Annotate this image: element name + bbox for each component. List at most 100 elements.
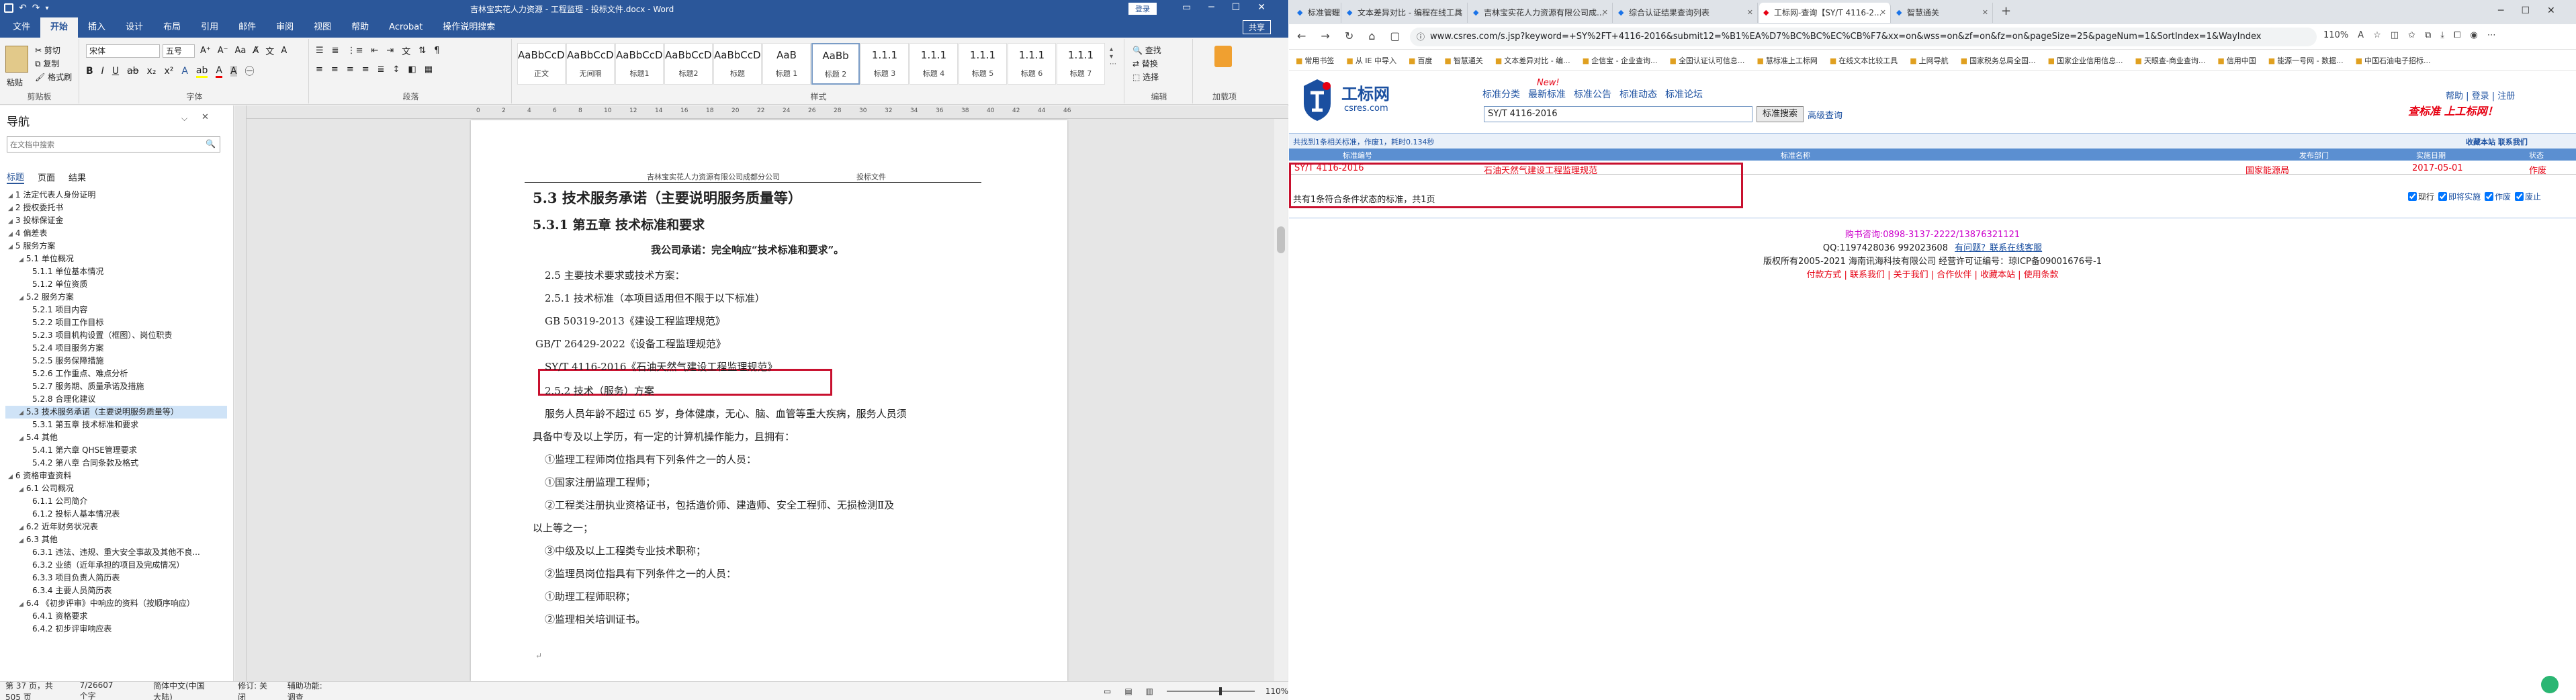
downloads-icon[interactable]: ⤓ <box>2440 30 2444 40</box>
char-border-icon[interactable]: A <box>281 46 287 56</box>
bookmark-item[interactable]: ■ 信用中国 <box>2217 55 2256 66</box>
tab-close-icon[interactable]: ✕ <box>1331 3 1337 23</box>
justify-icon[interactable]: ≡ <box>362 64 369 75</box>
style-tile-8[interactable]: 1.1.1 标题 4 <box>909 43 958 85</box>
document-scrollbar[interactable] <box>1274 119 1288 681</box>
favorites-icon[interactable]: ✩ <box>2408 30 2415 40</box>
site-nav-item-3[interactable]: 标准动态 <box>1619 87 1657 101</box>
bookmark-item[interactable]: ■ 慧标准上工标网 <box>1757 55 1817 66</box>
numbering-icon[interactable]: ≣ <box>332 46 339 56</box>
reload-icon[interactable]: ↻ <box>1345 30 1353 42</box>
web-layout-icon[interactable]: ▥ <box>1146 687 1153 696</box>
nav-heading-item[interactable]: 6.1.1 公司简介 <box>5 495 227 508</box>
nav-heading-item[interactable]: 6.3.3 项目负责人简历表 <box>5 572 227 584</box>
status-language[interactable]: 简体中文(中国大陆) <box>153 680 211 700</box>
nav-heading-item[interactable]: 5.2.4 项目服务方案 <box>5 342 227 355</box>
nav-heading-item[interactable]: 5.2.3 项目机构设置（框图）、岗位职责 <box>5 329 227 342</box>
show-marks-icon[interactable]: ¶ <box>434 46 439 56</box>
standard-search-button[interactable]: 标准搜索 <box>1757 106 1804 122</box>
collapse-triangle-icon[interactable]: ◢ <box>8 244 13 251</box>
ribbon-tab-1[interactable]: 开始 <box>40 17 79 38</box>
decrease-indent-icon[interactable]: ⇤ <box>371 46 378 56</box>
browser-tab-4[interactable]: ◆ 工标网-查询【SY/T 4116-2... ✕ <box>1759 3 1891 23</box>
nav-heading-item[interactable]: 6.1.2 投标人基本情况表 <box>5 508 227 521</box>
nav-heading-item[interactable]: ◢ 5.1 单位概况 <box>5 253 227 265</box>
read-aloud-icon[interactable]: A <box>2358 30 2364 40</box>
back-icon[interactable]: ← <box>1297 30 1306 42</box>
bookmark-item[interactable]: ■ 文本差异对比 - 编... <box>1495 55 1570 66</box>
nav-heading-item[interactable]: 5.2.1 项目内容 <box>5 304 227 316</box>
style-tile-11[interactable]: 1.1.1 标题 7 <box>1057 43 1105 85</box>
customize-icon[interactable]: ▾ <box>45 5 48 12</box>
paste-icon[interactable] <box>5 46 28 73</box>
print-layout-icon[interactable]: ▤ <box>1124 687 1132 696</box>
style-tile-9[interactable]: 1.1.1 标题 5 <box>959 43 1007 85</box>
tab-close-icon[interactable]: ✕ <box>1457 3 1463 23</box>
tab-close-icon[interactable]: ✕ <box>1602 3 1608 23</box>
browser-tab-3[interactable]: ◆ 综合认证结果查询列表 ✕ <box>1614 3 1758 23</box>
read-mode-icon[interactable]: ▭ <box>1104 687 1111 696</box>
nav-search-icon[interactable]: 🔍 <box>206 139 216 148</box>
favorite-star-icon[interactable]: ☆ <box>2373 30 2381 40</box>
status-words[interactable]: 7/26607 个字 <box>80 681 122 700</box>
standard-search-input[interactable]: SY/T 4116-2016 <box>1484 106 1752 122</box>
profile-icon[interactable]: ◉ <box>2470 30 2477 40</box>
settings-menu-icon[interactable]: ⋯ <box>2487 30 2496 40</box>
undo-icon[interactable]: ↶ <box>19 3 27 13</box>
site-logo-text[interactable]: 工标网 <box>1341 81 1390 104</box>
grow-font-icon[interactable]: A⁺ <box>200 46 211 56</box>
collections-icon[interactable]: ⧉ <box>2425 30 2431 40</box>
bookmark-item[interactable]: ■ 上网导航 <box>1910 55 1948 66</box>
collapse-triangle-icon[interactable]: ◢ <box>19 525 24 531</box>
zoom-slider-thumb[interactable] <box>1219 687 1223 695</box>
online-service-link[interactable]: 有问题？联系在线客服 <box>1955 243 2042 253</box>
floating-helper-icon[interactable] <box>2541 676 2559 693</box>
collapse-triangle-icon[interactable]: ◢ <box>19 435 24 442</box>
split-screen-icon[interactable]: ◫ <box>2391 30 2399 40</box>
nav-heading-item[interactable]: ◢ 5 服务方案 <box>5 240 227 253</box>
minimize-icon[interactable]: ─ <box>1208 2 1214 13</box>
bookmark-item[interactable]: ■ 智慧通关 <box>1444 55 1482 66</box>
maximize-icon[interactable]: ☐ <box>1232 2 1241 13</box>
collapse-triangle-icon[interactable]: ◢ <box>8 474 13 480</box>
collapse-triangle-icon[interactable]: ◢ <box>19 257 24 263</box>
font-size-dropdown[interactable]: 五号 <box>163 44 195 58</box>
filter-0[interactable]: 现行 <box>2408 191 2434 202</box>
bookmark-item[interactable]: ■ 能源一号网 - 数据... <box>2268 55 2344 66</box>
ribbon-tab-6[interactable]: 邮件 <box>228 17 266 38</box>
filter-checkbox[interactable] <box>2485 192 2494 201</box>
multilevel-list-icon[interactable]: ⋮≡ <box>347 46 363 56</box>
nav-heading-item[interactable]: ◢ 6 资格审查资料 <box>5 470 227 482</box>
nav-heading-item[interactable]: 5.2.6 工作重点、难点分析 <box>5 367 227 380</box>
bookmark-item[interactable]: ■ 企信宝 - 企业查询... <box>1583 55 1658 66</box>
advanced-search-link[interactable]: 高级查询 <box>1808 108 1842 121</box>
line-spacing-icon[interactable]: ↕ <box>393 64 400 75</box>
bookmark-item[interactable]: ■ 常用书签 <box>1296 55 1334 66</box>
style-tile-5[interactable]: AaB 标题 1 <box>762 43 811 85</box>
tab-close-icon[interactable]: ✕ <box>1747 3 1753 23</box>
collapse-triangle-icon[interactable]: ◢ <box>8 218 13 225</box>
nav-heading-item[interactable]: 5.3.1 第五章 技术标准和要求 <box>5 419 227 431</box>
nav-heading-item[interactable]: ◢ 6.2 近年财务状况表 <box>5 521 227 533</box>
highlight-icon[interactable]: ab <box>195 65 208 78</box>
nav-heading-item[interactable]: 6.3.1 违法、违规、重大安全事故及其他不良... <box>5 546 227 559</box>
shading-icon[interactable]: ◧ <box>408 64 416 75</box>
nav-heading-item[interactable]: ◢ 6.3 其他 <box>5 533 227 546</box>
bullets-icon[interactable]: ☰ <box>316 46 324 56</box>
increase-indent-icon[interactable]: ⇥ <box>386 46 394 56</box>
ribbon-tab-5[interactable]: 引用 <box>191 17 228 38</box>
csres-logo-icon[interactable] <box>1301 77 1333 122</box>
collapse-triangle-icon[interactable]: ◢ <box>8 206 13 212</box>
collapse-triangle-icon[interactable]: ◢ <box>19 537 24 544</box>
favorite-contact-links[interactable]: 收藏本站 联系我们 <box>2466 136 2528 147</box>
select-button[interactable]: ⬚ 选择 <box>1132 71 1159 83</box>
tab-list-icon[interactable]: ▢ <box>1390 30 1400 42</box>
italic-button[interactable]: I <box>101 66 104 77</box>
nav-heading-item[interactable]: ◢ 4 偏差表 <box>5 227 227 240</box>
filter-checkbox[interactable] <box>2515 192 2524 201</box>
collapse-triangle-icon[interactable]: ◢ <box>19 601 24 608</box>
browser-close-icon[interactable]: ✕ <box>2547 5 2555 16</box>
styles-scroll-icon[interactable]: ▴ ▾ ⋯ <box>1110 46 1116 68</box>
status-zoom[interactable]: 110% <box>1265 687 1288 696</box>
bookmark-item[interactable]: ■ 中国石油电子招标... <box>2356 55 2431 66</box>
